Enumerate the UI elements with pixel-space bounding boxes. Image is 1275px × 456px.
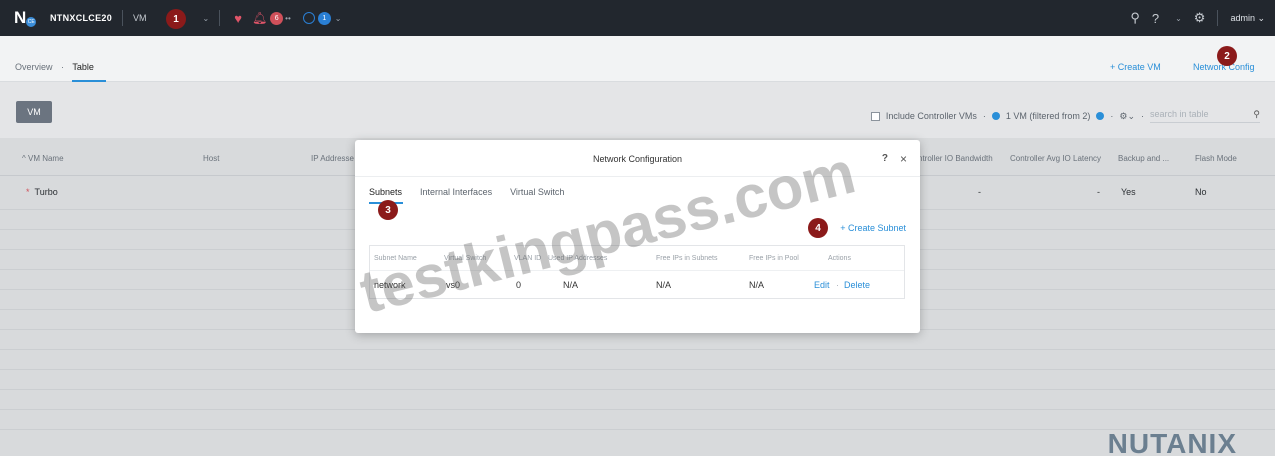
gear-icon[interactable]: ⚙ xyxy=(1194,10,1206,26)
delete-subnet-link[interactable]: Delete xyxy=(844,280,870,290)
prev-page-icon[interactable] xyxy=(991,112,1000,120)
health-heart-icon[interactable]: ♥ xyxy=(234,11,242,26)
col-controller-io-latency[interactable]: Controller Avg IO Latency xyxy=(1010,154,1101,163)
filter-summary: 1 VM (filtered from 2) xyxy=(1005,111,1091,121)
nutanix-brand-logo: NUTANIX xyxy=(1107,428,1237,456)
table-row xyxy=(0,330,1275,350)
free-ips-pool-cell: N/A xyxy=(749,280,765,290)
breadcrumb: Overview · Table xyxy=(15,62,94,72)
tasks-count-badge[interactable]: 1 xyxy=(317,11,331,25)
include-cvm-label: Include Controller VMs xyxy=(885,111,977,121)
col-free-ips-subnets: Free IPs in Subnets xyxy=(656,255,718,262)
vm-menu[interactable]: VM xyxy=(133,13,147,23)
create-subnet-button[interactable]: + Create Subnet xyxy=(840,223,906,233)
tasks-ring-icon[interactable] xyxy=(302,12,315,24)
crumb-overview[interactable]: Overview xyxy=(15,62,53,72)
table-search-input[interactable]: search in table ⚲ xyxy=(1150,109,1260,123)
col-controller-io-bandwidth[interactable]: ntroller IO Bandwidth xyxy=(918,154,993,163)
tab-subnets[interactable]: Subnets xyxy=(369,187,402,197)
top-navigation-bar: N CE NTNXCLCE20 VM ⌄ ♥ 🔔︎ 6 •• 1 ⌄ ⚲ ? ⌄ … xyxy=(0,0,1275,36)
step-marker-2: 2 xyxy=(1217,46,1237,66)
crumb-table[interactable]: Table xyxy=(72,62,94,72)
flash-mode-cell: No xyxy=(1195,187,1207,197)
col-backup[interactable]: Backup and ... xyxy=(1118,154,1169,163)
tab-internal-interfaces[interactable]: Internal Interfaces xyxy=(420,187,492,197)
chevron-down-icon[interactable]: ⌄ xyxy=(335,14,342,23)
vm-view-button[interactable]: VM xyxy=(16,101,52,123)
next-page-icon[interactable] xyxy=(1096,112,1105,120)
nutanix-logo[interactable]: N CE xyxy=(14,8,44,28)
alerts-dots-icon: •• xyxy=(285,13,291,23)
star-icon: * xyxy=(26,187,30,197)
chevron-down-icon[interactable]: ⌄ xyxy=(203,14,210,23)
vm-name-cell: * Turbo xyxy=(26,187,58,197)
help-icon[interactable]: ? xyxy=(882,153,888,164)
latency-cell: - xyxy=(1097,187,1100,197)
col-free-ips-pool: Free IPs in Pool xyxy=(749,255,799,262)
table-toolbar: VM Include Controller VMs · 1 VM (filter… xyxy=(0,82,1275,138)
step-marker-3: 3 xyxy=(378,200,398,220)
col-vm-name[interactable]: ^ VM Name xyxy=(22,154,64,163)
table-row xyxy=(0,410,1275,430)
edit-subnet-link[interactable]: Edit xyxy=(814,280,830,290)
alerts-count-badge[interactable]: 6 xyxy=(270,11,284,25)
search-icon: ⚲ xyxy=(1253,109,1260,119)
used-ips-cell: N/A xyxy=(563,280,579,290)
col-flash-mode[interactable]: Flash Mode xyxy=(1195,154,1237,163)
sub-navigation xyxy=(0,36,1275,82)
cluster-name[interactable]: NTNXCLCE20 xyxy=(50,13,112,23)
dialog-tabs: Subnets Internal Interfaces Virtual Swit… xyxy=(369,187,564,197)
col-actions: Actions xyxy=(828,255,851,262)
include-cvm-checkbox[interactable] xyxy=(870,111,880,121)
chevron-down-icon[interactable]: ⌄ xyxy=(1175,14,1182,23)
step-marker-4: 4 xyxy=(808,218,828,238)
alerts-bell-icon[interactable]: 🔔︎ xyxy=(252,11,267,25)
table-row xyxy=(0,350,1275,370)
col-host[interactable]: Host xyxy=(203,154,219,163)
create-vm-link[interactable]: + Create VM xyxy=(1110,62,1161,72)
settings-gear-icon[interactable]: ⚙⌄ xyxy=(1119,111,1135,122)
tab-virtual-switch[interactable]: Virtual Switch xyxy=(510,187,564,197)
backup-cell: Yes xyxy=(1121,187,1136,197)
col-ip-addresses[interactable]: IP Addresse xyxy=(311,154,354,163)
user-menu[interactable]: admin ⌄ xyxy=(1230,13,1265,24)
table-row xyxy=(0,390,1275,410)
table-row xyxy=(0,370,1275,390)
step-marker-1: 1 xyxy=(166,9,186,29)
free-ips-subnets-cell: N/A xyxy=(656,280,672,290)
search-icon[interactable]: ⚲ xyxy=(1130,10,1140,26)
bandwidth-cell: - xyxy=(978,187,981,197)
help-icon[interactable]: ? xyxy=(1152,11,1159,26)
close-icon[interactable]: × xyxy=(900,152,907,166)
